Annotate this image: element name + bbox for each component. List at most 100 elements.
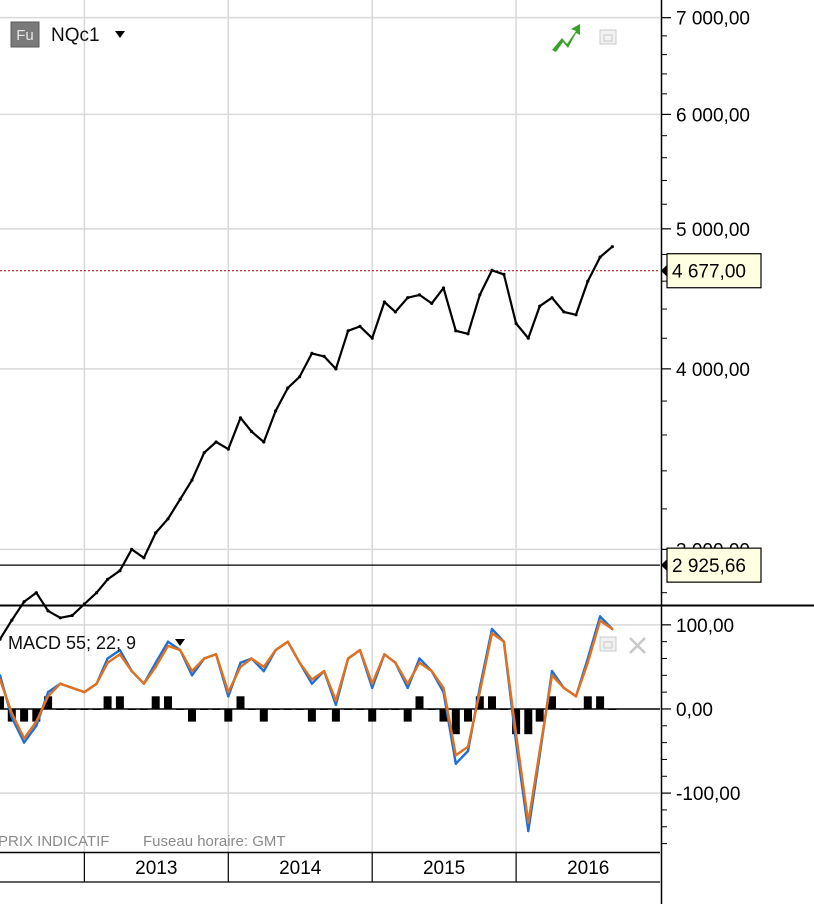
macd-histogram-bar (572, 709, 580, 710)
price-point (154, 531, 158, 535)
macd-histogram-bar (115, 696, 124, 709)
macd-histogram-bar (139, 709, 148, 710)
macd-histogram-bar (0, 696, 4, 709)
year-tick-label: 2016 (567, 858, 609, 879)
price-tick-label: 6 000,00 (676, 105, 750, 126)
price-point (370, 336, 374, 340)
price-point (226, 447, 230, 451)
macd-tick-label: 0,00 (676, 700, 713, 721)
macd-tick-label: -100,00 (676, 784, 740, 805)
price-panel-background (0, 0, 660, 604)
symbol-badge[interactable]: Fu (10, 21, 40, 48)
macd-histogram-bar (535, 709, 544, 722)
macd-histogram-bar (176, 709, 185, 710)
macd-histogram-bar (427, 709, 436, 710)
macd-histogram-bar (559, 709, 568, 710)
price-point (274, 409, 278, 413)
price-point (610, 245, 614, 249)
price-point (58, 616, 62, 620)
price-point (130, 547, 134, 552)
macd-histogram-bar (356, 709, 364, 710)
macd-histogram-bar (391, 709, 400, 710)
price-tick-label: 4 000,00 (676, 360, 750, 381)
symbol-label[interactable]: NQc1 (51, 25, 100, 46)
macd-histogram-bar (68, 709, 77, 710)
price-point (10, 618, 14, 622)
price-point (322, 354, 326, 358)
price-point (538, 304, 542, 308)
macd-histogram-bar (224, 709, 233, 722)
reference-price-text: 2 925,66 (672, 556, 746, 577)
chart-window: 3 000,004 000,005 000,006 000,007 000,00… (0, 0, 814, 904)
macd-label[interactable]: MACD 55; 22; 9 (8, 633, 136, 653)
macd-histogram-bar (344, 709, 353, 710)
price-point (406, 296, 410, 300)
macd-histogram-bar (20, 709, 29, 722)
macd-histogram-bar (247, 709, 256, 710)
macd-histogram-bar (307, 709, 316, 722)
chart-canvas: 3 000,004 000,005 000,006 000,007 000,00… (0, 0, 814, 904)
price-point (441, 286, 446, 290)
price-point (574, 313, 578, 317)
price-point (514, 321, 518, 326)
macd-histogram-bar (608, 709, 617, 710)
price-point (214, 440, 218, 444)
price-point (382, 300, 386, 304)
macd-histogram-bar (283, 709, 292, 710)
price-point (478, 293, 482, 297)
price-point (178, 497, 182, 501)
macd-histogram-bar (499, 709, 508, 710)
price-point (118, 569, 122, 573)
macd-histogram-bar (596, 696, 605, 709)
year-tick-label: 2013 (135, 858, 177, 879)
year-tick-label: 2014 (279, 858, 322, 879)
price-point (466, 332, 470, 336)
price-note: PRIX INDICATIF (0, 833, 109, 850)
price-point (502, 272, 506, 276)
price-point (34, 591, 38, 595)
macd-histogram-bar (464, 709, 472, 722)
macd-histogram-bar (92, 709, 101, 710)
price-point (393, 310, 397, 314)
last-price-text: 4 677,00 (672, 262, 746, 283)
macd-histogram-bar (583, 696, 592, 709)
price-point (334, 367, 338, 371)
macd-histogram-bar (380, 709, 389, 710)
macd-histogram-bar (236, 696, 245, 709)
price-point (562, 310, 566, 314)
price-point (454, 329, 458, 333)
macd-histogram-bar (271, 709, 280, 710)
macd-histogram-bar (103, 696, 112, 709)
price-point (70, 613, 74, 618)
macd-histogram-bar (200, 709, 209, 710)
macd-histogram-bar (188, 709, 196, 722)
macd-histogram-bar (151, 696, 160, 709)
macd-histogram-bar (524, 709, 533, 735)
macd-histogram-bar (415, 696, 424, 709)
price-point (358, 324, 362, 328)
price-point (142, 556, 146, 560)
time-axis-background (0, 853, 660, 904)
macd-histogram-bar (320, 709, 329, 710)
macd-histogram-bar (451, 709, 460, 735)
macd-restore-window-icon[interactable] (599, 636, 617, 652)
macd-histogram-bar (368, 709, 377, 722)
macd-histogram-bar (80, 709, 89, 710)
restore-window-icon[interactable] (599, 29, 617, 45)
price-point (262, 440, 266, 444)
price-point (286, 386, 290, 390)
macd-histogram-bar (488, 696, 496, 709)
macd-histogram-bar (56, 709, 65, 710)
macd-histogram-bar (331, 709, 340, 722)
price-point (490, 268, 494, 272)
macd-histogram-bar (403, 709, 412, 722)
price-point (95, 591, 99, 595)
price-point (346, 329, 350, 333)
price-point (417, 293, 422, 297)
price-point (238, 416, 243, 420)
price-point (430, 301, 434, 305)
value-axis-background (661, 0, 814, 904)
price-point (166, 517, 170, 521)
macd-histogram-bar (212, 709, 221, 710)
price-point (310, 351, 314, 355)
